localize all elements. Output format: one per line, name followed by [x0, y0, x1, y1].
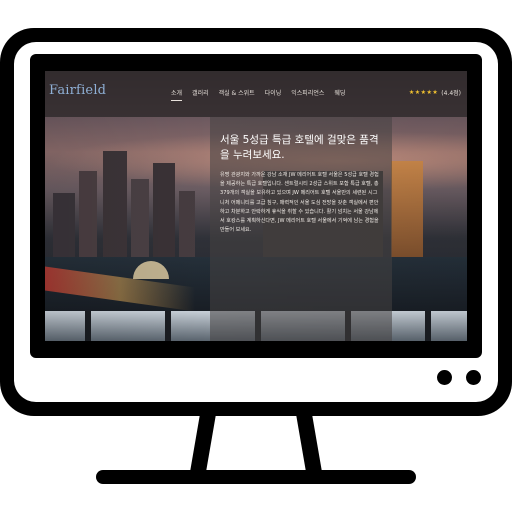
lit-tower — [391, 161, 423, 261]
roof-beam — [85, 311, 91, 341]
monitor-stand-base — [96, 470, 416, 484]
hero-description: 유명 관광지와 가까운 강남 소재 JW 메리어트 호텔 서울은 5성급 호텔 … — [220, 172, 379, 234]
star-rating-icon: ★★★★★ — [408, 89, 439, 96]
rating-value: (4.4점) — [441, 90, 461, 97]
nav-item-dining[interactable]: 다이닝 — [265, 88, 282, 97]
roof-beam — [165, 311, 171, 341]
hero-text-panel: 서울 5성급 특급 호텔에 걸맞은 품격을 누려보세요. 유명 관광지와 가까운… — [210, 117, 392, 341]
monitor-button — [437, 370, 452, 385]
nav-item-rooms-suites[interactable]: 객실 & 스위트 — [219, 88, 255, 97]
site-navbar: Fairfield 소개 갤러리 객실 & 스위트 다이닝 익스피리언스 웨딩 … — [45, 71, 467, 117]
nav-item-gallery[interactable]: 갤러리 — [192, 88, 209, 97]
main-nav: 소개 갤러리 객실 & 스위트 다이닝 익스피리언스 웨딩 — [171, 88, 345, 101]
skyline-building — [79, 171, 97, 271]
monitor-stand-neck — [190, 414, 322, 472]
nav-item-wedding[interactable]: 웨딩 — [334, 88, 345, 97]
site-logo[interactable]: Fairfield — [49, 83, 106, 98]
monitor-screen: Fairfield 소개 갤러리 객실 & 스위트 다이닝 익스피리언스 웨딩 … — [45, 71, 467, 341]
skyline-building — [103, 151, 127, 271]
roof-beam — [425, 311, 431, 341]
hero-headline: 서울 5성급 특급 호텔에 걸맞은 품격을 누려보세요. — [220, 134, 379, 161]
skyline-building — [153, 163, 175, 271]
monitor-button — [466, 370, 481, 385]
nav-item-about[interactable]: 소개 — [171, 88, 183, 101]
rating-badge[interactable]: ★★★★★ (4.4점) — [409, 88, 461, 97]
nav-item-experiences[interactable]: 익스피리언스 — [291, 88, 324, 97]
